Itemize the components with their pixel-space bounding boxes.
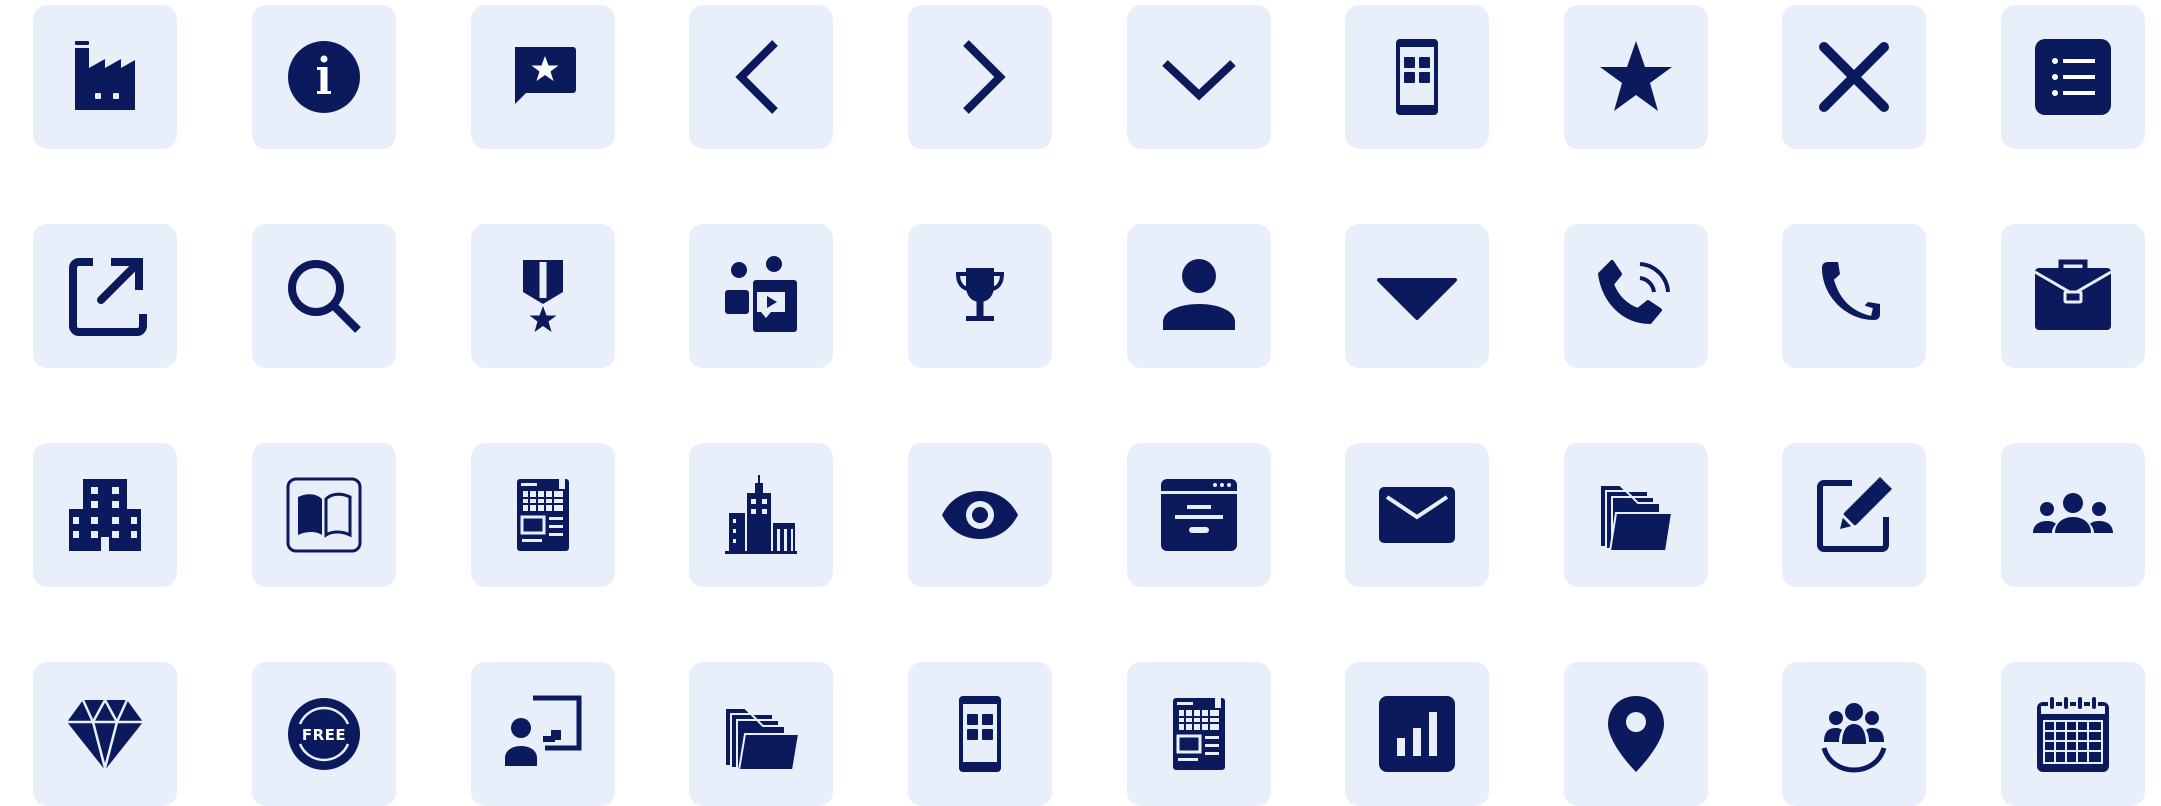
- tile-phone[interactable]: [1782, 224, 1926, 368]
- free-badge-label: FREE: [302, 726, 346, 744]
- external-link-icon: [69, 258, 147, 336]
- briefcase-icon: [2034, 259, 2112, 330]
- trophy-icon: [955, 268, 1005, 321]
- tile-city[interactable]: [689, 443, 833, 587]
- mail-icon: [1379, 487, 1455, 543]
- browser-window-icon: [1161, 479, 1237, 551]
- tile-location-pin[interactable]: [1564, 662, 1708, 806]
- tile-free-badge[interactable]: FREE: [252, 662, 396, 806]
- tile-edit[interactable]: [1782, 443, 1926, 587]
- office-building-icon: [69, 479, 141, 551]
- tile-office-building[interactable]: [33, 443, 177, 587]
- tile-video-meeting[interactable]: [689, 224, 833, 368]
- tile-star[interactable]: [1564, 5, 1708, 149]
- phone-icon: [1822, 262, 1880, 320]
- tile-mail[interactable]: [1345, 443, 1489, 587]
- tile-tablet-grid-2[interactable]: [908, 662, 1052, 806]
- presenter-icon: [505, 695, 582, 766]
- tile-medal[interactable]: [471, 224, 615, 368]
- tile-chevron-right[interactable]: [908, 5, 1052, 149]
- book-icon: [286, 477, 362, 553]
- group-icon: [1821, 703, 1887, 773]
- tile-team[interactable]: [2001, 443, 2145, 587]
- newspaper-icon: [517, 479, 569, 551]
- tile-close[interactable]: [1782, 5, 1926, 149]
- tile-search[interactable]: [252, 224, 396, 368]
- tile-chevron-down[interactable]: [1127, 5, 1271, 149]
- tile-browser-window[interactable]: [1127, 443, 1271, 587]
- location-pin-icon: [1608, 696, 1664, 772]
- caret-down-icon: [1377, 278, 1457, 320]
- tile-presenter[interactable]: [471, 662, 615, 806]
- tile-chevron-left[interactable]: [689, 5, 833, 149]
- tile-calendar[interactable]: [2001, 662, 2145, 806]
- folders-open-icon: [724, 707, 801, 771]
- video-meeting-icon: [725, 256, 797, 332]
- diamond-icon: [67, 697, 143, 773]
- icon-grid: FREE: [0, 0, 2161, 806]
- chevron-right-icon: [963, 40, 1006, 114]
- tile-list[interactable]: [2001, 5, 2145, 149]
- medal-icon: [523, 260, 563, 332]
- chat-star-icon: [515, 47, 576, 104]
- factory-icon: [75, 41, 135, 110]
- tile-trophy[interactable]: [908, 224, 1052, 368]
- tile-newspaper[interactable]: [471, 443, 615, 587]
- info-icon: [288, 41, 360, 113]
- team-icon: [2033, 493, 2113, 533]
- tile-factory[interactable]: [33, 5, 177, 149]
- tile-newspaper-2[interactable]: [1127, 662, 1271, 806]
- tile-folders-open[interactable]: [689, 662, 833, 806]
- tile-info[interactable]: [252, 5, 396, 149]
- tile-caret-down[interactable]: [1345, 224, 1489, 368]
- city-icon: [725, 475, 797, 554]
- phone-ringing-icon: [1598, 260, 1670, 324]
- eye-icon: [942, 491, 1018, 539]
- tile-book[interactable]: [252, 443, 396, 587]
- tablet-grid-icon: [959, 696, 1001, 772]
- folders-icon: [1599, 484, 1674, 552]
- calendar-icon: [2037, 695, 2109, 772]
- tile-tablet-grid[interactable]: [1345, 5, 1489, 149]
- tile-phone-ringing[interactable]: [1564, 224, 1708, 368]
- newspaper-icon: [1173, 698, 1225, 770]
- tablet-grid-icon: [1396, 39, 1438, 115]
- star-icon: [1600, 41, 1672, 111]
- list-icon: [2035, 39, 2111, 115]
- tile-eye[interactable]: [908, 443, 1052, 587]
- tile-external-link[interactable]: [33, 224, 177, 368]
- chevron-down-icon: [1162, 60, 1236, 101]
- tile-group[interactable]: [1782, 662, 1926, 806]
- user-icon: [1163, 259, 1235, 330]
- free-badge-icon: FREE: [288, 698, 360, 770]
- bar-chart-icon: [1379, 696, 1455, 772]
- tile-diamond[interactable]: [33, 662, 177, 806]
- edit-icon: [1817, 477, 1892, 552]
- tile-user[interactable]: [1127, 224, 1271, 368]
- tile-bar-chart[interactable]: [1345, 662, 1489, 806]
- close-icon: [1819, 42, 1889, 112]
- search-icon: [288, 260, 361, 333]
- tile-briefcase[interactable]: [2001, 224, 2145, 368]
- tile-chat-star[interactable]: [471, 5, 615, 149]
- tile-folders[interactable]: [1564, 443, 1708, 587]
- chevron-left-icon: [735, 40, 778, 114]
